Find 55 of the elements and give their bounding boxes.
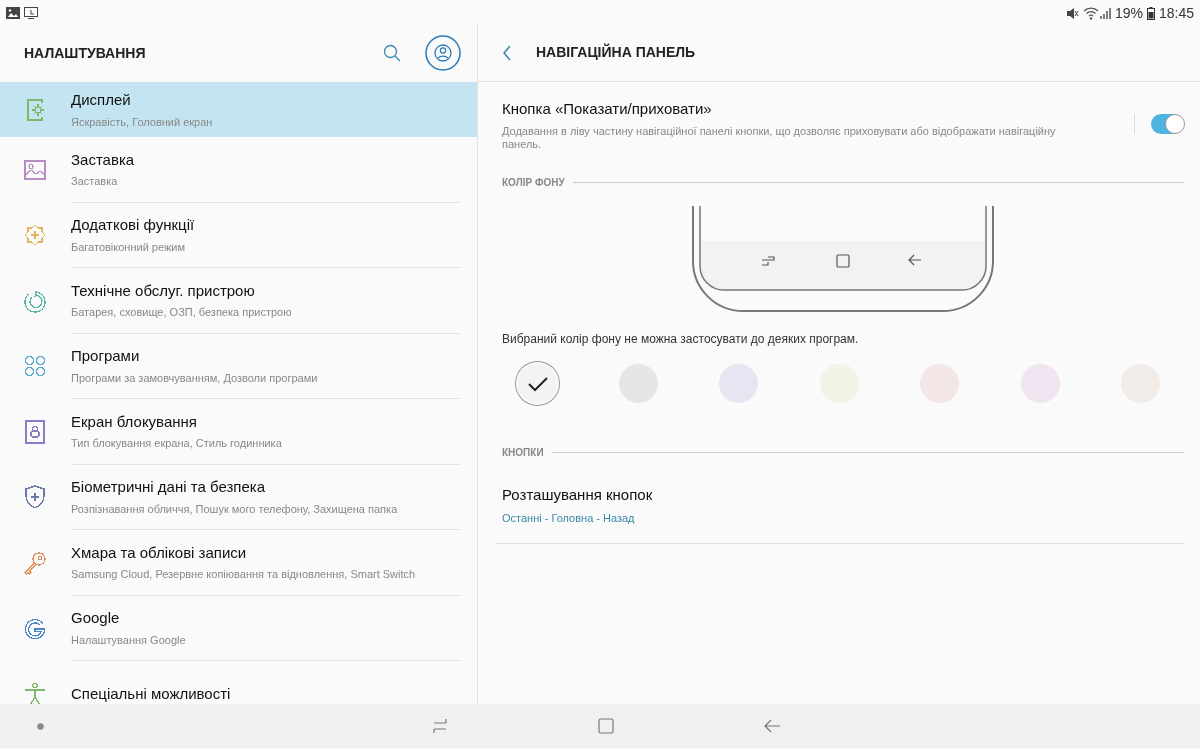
toggle-title: Кнопка «Показати/приховати» xyxy=(502,99,713,119)
toggle-switch[interactable] xyxy=(1150,114,1184,135)
settings-item[interactable]: Спеціальні можливості xyxy=(0,661,477,704)
back-icon[interactable] xyxy=(764,719,780,733)
account-icon[interactable] xyxy=(425,35,461,71)
item-title: Технічне обслуг. пристрою xyxy=(71,280,256,301)
section-header: КНОПКИ xyxy=(502,445,544,460)
item-subtitle: Батарея, сховище, ОЗП, безпека пристрою xyxy=(71,305,293,321)
item-title: Біометричні дані та безпека xyxy=(71,477,266,498)
setting-title[interactable]: Розташування кнопок xyxy=(502,483,1184,507)
mute-icon xyxy=(1065,6,1079,20)
settings-item[interactable]: Технічне обслуг. пристрою Батарея, сховище, ОЗП, безпека пристрою xyxy=(0,268,477,334)
setting-value: Останні - Головна - Назад xyxy=(502,511,636,527)
settings-item[interactable]: Біометричні дані та безпека Розпізнавання обличчя, Пошук мого телефону, Захищена папка xyxy=(0,464,477,530)
note-text: Вибраний колір фону не можна застосувати до деяких програм. xyxy=(502,330,860,348)
item-title: Додаткові функції xyxy=(71,215,196,236)
item-subtitle: Тип блокування екрана, Стиль годинника xyxy=(71,436,283,452)
settings-item[interactable]: Екран блокування Тип блокування екрана, Стиль годинника xyxy=(0,399,477,465)
color-swatch[interactable] xyxy=(518,363,557,403)
signal-icon xyxy=(1098,7,1111,19)
toggle-description: Додавання в ліву частину навігаційної панелі кнопки, що дозволяє приховувати або відображати навігаційну панель. xyxy=(502,124,1057,151)
home-icon[interactable] xyxy=(598,718,614,734)
search-icon[interactable] xyxy=(383,44,401,62)
page-title: НАВІГАЦІЙНА ПАНЕЛЬ xyxy=(536,42,696,62)
battery-percent: 19% xyxy=(1114,3,1143,23)
wifi-icon xyxy=(1082,6,1099,20)
battery-icon xyxy=(1146,6,1155,20)
item-subtitle: Samsung Cloud, Резервне копіювання та відновлення, Smart Switch xyxy=(71,567,417,583)
section-header: КОЛІР ФОНУ xyxy=(502,175,565,190)
settings-title: НАЛАШТУВАННЯ xyxy=(24,43,147,63)
recents-icon[interactable] xyxy=(432,718,448,734)
clock: 18:45 xyxy=(1158,3,1194,23)
item-subtitle: Заставка xyxy=(71,174,119,190)
item-subtitle: Багатовіконний режим xyxy=(71,239,187,255)
item-title: Заставка xyxy=(71,149,136,170)
item-subtitle: Налаштування Google xyxy=(71,632,187,648)
item-subtitle: Розпізнавання обличчя, Пошук мого телефону, Захищена папка xyxy=(71,501,399,517)
settings-item[interactable]: Дисплей Яскравість, Головний екран xyxy=(0,82,477,137)
item-title: Дисплей xyxy=(71,90,132,110)
gallery-icon xyxy=(6,7,20,19)
settings-item[interactable]: Google Налаштування Google xyxy=(0,595,477,661)
item-title: Спеціальні можливості xyxy=(71,683,232,704)
settings-item[interactable]: Заставка Заставка xyxy=(0,137,477,203)
settings-item[interactable]: Хмара та облікові записи Samsung Cloud, Резервне копіювання та відновлення, Smart Switch xyxy=(0,530,477,596)
screen-icon xyxy=(24,7,38,19)
item-title: Екран блокування xyxy=(71,411,198,432)
back-icon[interactable] xyxy=(502,44,512,61)
settings-item[interactable]: Програми Програми за замовчуванням, Дозволи програми xyxy=(0,333,477,399)
item-subtitle: Яскравість, Головний екран xyxy=(71,114,214,130)
dot-icon[interactable] xyxy=(37,722,44,730)
item-title: Хмара та облікові записи xyxy=(71,542,248,563)
item-subtitle: Програми за замовчуванням, Дозволи програми xyxy=(71,370,319,386)
settings-item[interactable]: Додаткові функції Багатовіконний режим xyxy=(0,202,477,268)
item-title: Програми xyxy=(71,346,141,367)
item-title: Google xyxy=(71,608,121,629)
